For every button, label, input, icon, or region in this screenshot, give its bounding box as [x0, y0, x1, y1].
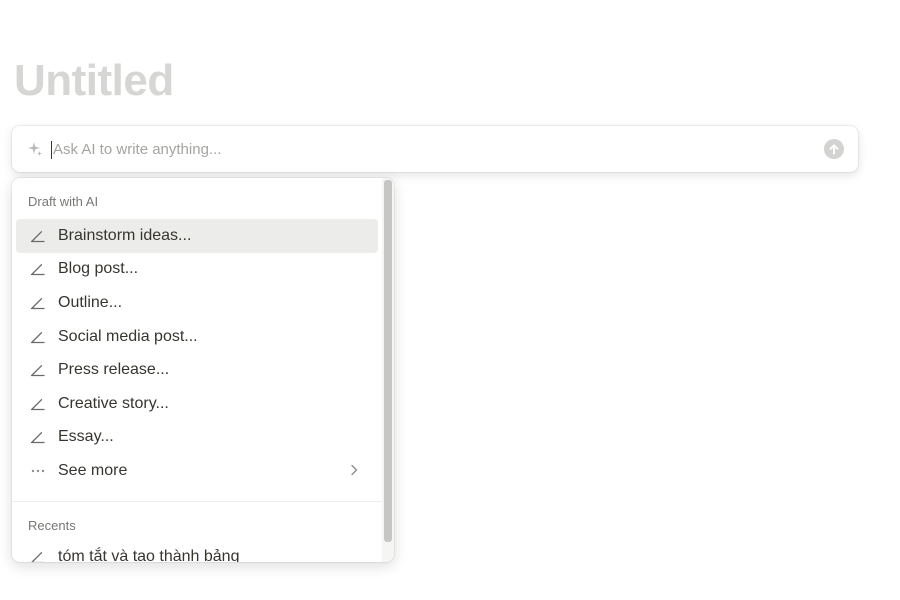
- menu-item-label: Press release...: [58, 361, 170, 379]
- page-title[interactable]: Untitled: [14, 56, 174, 106]
- menu-item-label: Brainstorm ideas...: [58, 226, 192, 244]
- ai-prompt-bar: [12, 126, 858, 172]
- pencil-icon: [28, 259, 48, 279]
- pencil-icon: [28, 293, 48, 313]
- menu-item-outline[interactable]: Outline...: [16, 286, 378, 320]
- scrollbar-thumb[interactable]: [384, 180, 392, 542]
- pencil-icon: [28, 394, 48, 414]
- pencil-icon: [28, 327, 48, 347]
- menu-item-press-release[interactable]: Press release...: [16, 353, 378, 387]
- text-cursor: [51, 141, 52, 159]
- ai-prompt-input[interactable]: [53, 134, 813, 164]
- menu-item-label: Essay...: [58, 428, 114, 446]
- arrow-up-circle-icon: [824, 139, 844, 159]
- menu-item-label: See more: [58, 461, 128, 479]
- chevron-right-icon: [346, 462, 362, 478]
- pencil-icon: [28, 226, 48, 246]
- ai-draft-menu: Draft with AI Brainstorm ideas... Blog p…: [12, 178, 394, 562]
- sparkle-icon: [26, 140, 44, 158]
- recent-item[interactable]: tóm tắt và tạo thành bảng: [16, 542, 378, 562]
- menu-item-label: Outline...: [58, 293, 123, 311]
- menu-item-blog-post[interactable]: Blog post...: [16, 253, 378, 287]
- menu-item-essay[interactable]: Essay...: [16, 421, 378, 455]
- menu-item-brainstorm-ideas[interactable]: Brainstorm ideas...: [16, 219, 378, 253]
- section-label-draft-with-ai: Draft with AI: [28, 194, 99, 209]
- menu-item-see-more[interactable]: See more: [16, 454, 378, 488]
- menu-item-social-media-post[interactable]: Social media post...: [16, 320, 378, 354]
- menu-item-label: Social media post...: [58, 327, 198, 345]
- pencil-icon: [28, 360, 48, 380]
- menu-item-label: Creative story...: [58, 394, 169, 412]
- menu-scroll-area[interactable]: Draft with AI Brainstorm ideas... Blog p…: [12, 178, 382, 562]
- scrollbar[interactable]: [382, 178, 394, 562]
- submit-button[interactable]: [824, 139, 844, 159]
- pencil-icon: [28, 427, 48, 447]
- ellipsis-icon: [28, 461, 48, 481]
- section-divider: [12, 500, 382, 502]
- menu-item-label: tóm tắt và tạo thành bảng: [58, 547, 240, 562]
- menu-item-creative-story[interactable]: Creative story...: [16, 387, 378, 421]
- section-label-recents: Recents: [28, 517, 76, 533]
- pencil-icon: [28, 547, 48, 562]
- menu-item-label: Blog post...: [58, 260, 139, 278]
